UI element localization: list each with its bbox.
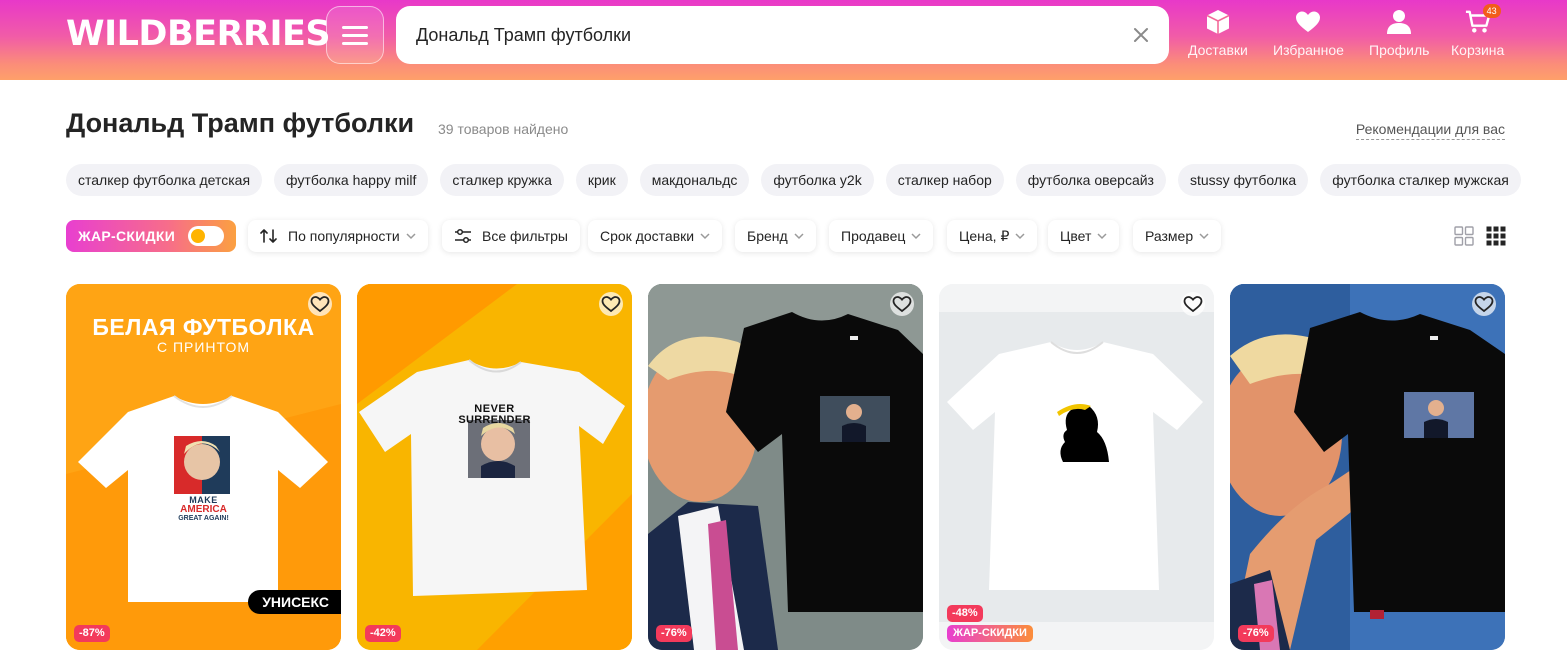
suggestion-chip[interactable]: футболка y2k [761,164,874,196]
all-filters-label: Все фильтры [482,228,568,244]
promo-subtitle: С ПРИНТОМ [156,339,251,355]
discount-badge: -48% [947,605,983,622]
cart-icon: 43 [1465,4,1501,36]
price-label: Цена, ₽ [959,227,1010,244]
nav-deliveries[interactable]: Доставки [1188,8,1248,58]
filters-icon [455,228,471,244]
nav-label: Доставки [1188,42,1248,58]
product-card[interactable]: -76% [648,284,923,650]
suggestion-chip[interactable]: макдональдс [639,164,750,196]
user-icon [1386,8,1412,36]
delivery-filter[interactable]: Срок доставки [588,220,723,252]
hot-sale-toggle[interactable]: ЖАР-СКИДКИ [66,220,236,252]
sort-dropdown[interactable]: По популярности [248,220,428,252]
suggestion-chip[interactable]: сталкер кружка [440,164,564,196]
results-count: 39 товаров найдено [438,121,569,137]
product-image [939,284,1214,650]
nav-cart[interactable]: 43 Корзина [1451,4,1505,58]
suggestion-chip[interactable]: футболка happy milf [274,164,429,196]
grid-large-view-icon[interactable] [1454,226,1474,246]
delivery-label: Срок доставки [600,228,695,244]
heart-outline-icon[interactable] [1471,292,1497,316]
print-text: SURRENDER [458,414,531,426]
unisex-badge: УНИСЕКС [248,590,341,614]
recommendations-link[interactable]: Рекомендации для вас [1355,121,1505,140]
heart-outline-icon[interactable] [889,292,915,316]
product-card[interactable]: -76% [1230,284,1505,650]
all-filters-button[interactable]: Все фильтры [442,220,580,252]
brand-label: Бренд [747,228,788,244]
chevron-down-icon [1199,233,1209,240]
nav-label: Избранное [1273,42,1344,58]
chevron-down-icon [406,233,416,240]
seller-filter[interactable]: Продавец [829,220,934,252]
chevron-down-icon [911,233,921,240]
suggestion-chip[interactable]: футболка оверсайз [1015,164,1166,196]
toggle-switch[interactable] [188,226,224,246]
chevron-down-icon [794,233,804,240]
price-filter[interactable]: Цена, ₽ [947,220,1038,252]
discount-badge: -42% [365,625,401,642]
brand-filter[interactable]: Бренд [735,220,816,252]
discount-badge: -87% [74,625,110,642]
promo-title: БЕЛАЯ ФУТБОЛКА [92,314,315,340]
burger-line [342,41,368,45]
search-bar [396,6,1169,64]
menu-button[interactable] [326,6,384,64]
nav-label: Профиль [1369,42,1430,58]
chevron-down-icon [1097,233,1107,240]
suggestion-chip[interactable]: stussy футболка [1177,164,1309,196]
burger-line [342,25,368,29]
product-card[interactable]: -48% ЖАР-СКИДКИ [939,284,1214,650]
nav-profile[interactable]: Профиль [1369,8,1429,58]
product-image [1230,284,1505,650]
box-icon [1205,8,1231,36]
product-image [648,284,923,650]
heart-outline-icon[interactable] [1180,292,1206,316]
heart-outline-icon[interactable] [307,292,333,316]
nav-label: Корзина [1451,42,1505,58]
product-image [357,284,632,650]
chevron-down-icon [1015,233,1025,240]
seller-label: Продавец [841,228,906,244]
cart-count-badge: 43 [1482,4,1501,18]
logo[interactable]: WILDBERRIES [66,14,331,54]
size-label: Размер [1145,228,1194,244]
heart-icon [1295,8,1321,36]
suggestion-chip[interactable]: сталкер футболка детская [66,164,263,196]
grid-small-view-icon[interactable] [1486,226,1506,246]
size-filter[interactable]: Размер [1133,220,1222,252]
burger-line [342,33,368,37]
product-card[interactable]: NEVER SURRENDER -42% [357,284,632,650]
close-icon[interactable] [1129,23,1153,47]
discount-badge: -76% [1238,625,1274,642]
color-label: Цвет [1060,228,1092,244]
search-input[interactable] [416,22,1096,48]
chevron-down-icon [700,233,710,240]
hot-sale-tag: ЖАР-СКИДКИ [947,625,1033,642]
suggestion-chip[interactable]: футболка сталкер мужская [1320,164,1521,196]
print-text: AMERICA [180,504,227,515]
page-title: Дональд Трамп футболки [66,108,415,138]
sort-label: По популярности [288,228,400,244]
sort-icon [260,229,277,243]
color-filter[interactable]: Цвет [1048,220,1120,252]
header: WILDBERRIES Доставки Избранное [0,0,1567,80]
suggestion-chip[interactable]: сталкер набор [885,164,1004,196]
nav-favorites[interactable]: Избранное [1273,8,1344,58]
heart-outline-icon[interactable] [598,292,624,316]
product-card[interactable]: БЕЛАЯ ФУТБОЛКА С ПРИНТОМ MAKE AMERICA GR… [66,284,341,650]
print-text: GREAT AGAIN! [178,515,229,522]
discount-badge: -76% [656,625,692,642]
suggestion-chips: сталкер футболка детская футболка happy … [66,164,1521,196]
suggestion-chip[interactable]: крик [575,164,628,196]
hot-sale-label: ЖАР-СКИДКИ [78,228,176,244]
